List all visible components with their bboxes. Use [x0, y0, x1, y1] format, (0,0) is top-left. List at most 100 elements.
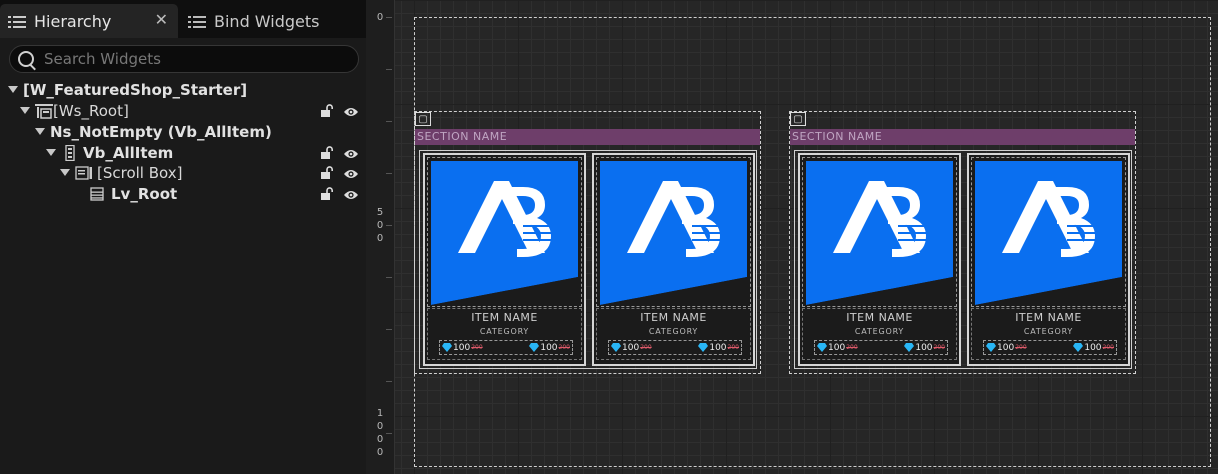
tree-row-lv-root[interactable]: Lv_Root — [0, 183, 366, 204]
price-old: 200 — [727, 344, 739, 351]
tree-row-label: Vb_AllItem — [83, 143, 174, 162]
gem-icon — [698, 343, 709, 352]
price-old: 200 — [558, 344, 570, 351]
section-header: SECTION NAME — [415, 129, 760, 145]
eye-icon[interactable] — [343, 187, 359, 199]
eye-icon[interactable] — [343, 166, 359, 178]
expand-arrow-icon[interactable] — [35, 128, 45, 135]
ab-logo-icon — [806, 161, 953, 305]
gem-icon — [817, 343, 827, 352]
item-card[interactable]: ITEM NAME CATEGORY 100 200 100 200 — [423, 153, 586, 366]
price-value: 100 — [453, 342, 471, 353]
gem-icon — [442, 343, 452, 352]
gem-icon — [611, 343, 621, 352]
ruler-tick — [386, 277, 392, 278]
ruler-tick — [386, 433, 392, 434]
price-value: 100 — [1084, 342, 1102, 353]
close-icon[interactable]: ✕ — [155, 11, 168, 29]
tree-row-label: Ns_NotEmpty (Vb_AllItem) — [50, 122, 272, 141]
price-old: 200 — [846, 344, 858, 351]
tree-row-label: [Scroll Box] — [97, 163, 183, 182]
ab-logo-icon — [975, 161, 1122, 305]
scroll-box-icon — [75, 165, 93, 181]
tab-hierarchy-label: Hierarchy — [34, 11, 112, 31]
list-icon — [8, 14, 26, 28]
price-old: 200 — [1102, 344, 1114, 351]
list-view-icon — [89, 186, 107, 202]
expand-arrow-icon[interactable] — [46, 149, 56, 156]
gem-icon — [904, 343, 915, 352]
tree-row-vb-allitem[interactable]: Vb_AllItem — [0, 142, 366, 163]
price-old: 200 — [640, 344, 652, 351]
list-icon — [188, 14, 206, 28]
item-category: CATEGORY — [479, 327, 530, 336]
gem-icon — [1073, 343, 1084, 352]
eye-icon[interactable] — [343, 104, 359, 116]
search-icon — [18, 51, 34, 67]
ruler-tick — [386, 329, 392, 330]
ruler-tick — [386, 17, 392, 18]
gem-icon — [529, 343, 540, 352]
tab-bar: Hierarchy ✕ Bind Widgets — [0, 0, 366, 38]
item-category: CATEGORY — [854, 327, 905, 336]
section-title: SECTION NAME — [792, 130, 883, 143]
tab-bind-widgets[interactable]: Bind Widgets — [180, 4, 360, 38]
unlock-icon[interactable] — [320, 187, 334, 201]
price-row: 100 200 100 200 — [608, 340, 742, 355]
hierarchy-panel: Hierarchy ✕ Bind Widgets [W_FeaturedShop… — [0, 0, 366, 474]
price: 100 200 — [986, 343, 1027, 353]
ruler-mark-0: 0 — [376, 12, 384, 23]
price-old: 200 — [1015, 344, 1027, 351]
eye-icon[interactable] — [343, 146, 359, 158]
price-value: 100 — [915, 342, 933, 353]
price-value: 100 — [709, 342, 727, 353]
expand-arrow-icon[interactable] — [60, 169, 70, 176]
expand-arrow-icon[interactable] — [8, 86, 18, 93]
price: 100 200 — [1073, 343, 1114, 353]
widget-switcher-icon — [35, 103, 53, 119]
ruler-tick — [386, 381, 392, 382]
price: 100 200 — [529, 343, 570, 353]
price-value: 100 — [997, 342, 1015, 353]
item-card[interactable]: ITEM NAME CATEGORY 100 200 100 200 — [798, 153, 961, 366]
section-header: SECTION NAME — [790, 129, 1135, 145]
tree-row-root[interactable]: [W_FeaturedShop_Starter] — [0, 79, 366, 100]
price: 100 200 — [817, 343, 858, 353]
ruler-tick — [386, 225, 392, 226]
price-row: 100 200 100 200 — [439, 340, 573, 355]
unlock-icon[interactable] — [320, 104, 334, 118]
item-card[interactable]: ITEM NAME CATEGORY 100 200 100 200 — [967, 153, 1130, 366]
card-list: ITEM NAME CATEGORY 100 200 100 200 ITEM NA… — [419, 150, 757, 369]
ab-logo-icon — [600, 161, 747, 305]
card-list: ITEM NAME CATEGORY 100 200 100 200 ITEM NA… — [794, 150, 1132, 369]
tree-row-scroll-box[interactable]: [Scroll Box] — [0, 162, 366, 183]
item-card[interactable]: ITEM NAME CATEGORY 100 200 100 200 — [592, 153, 755, 366]
price-value: 100 — [540, 342, 558, 353]
search-input[interactable] — [44, 48, 344, 70]
shop-section[interactable]: ▢ SECTION NAME ITEM NAME CATEGORY 100 200… — [414, 111, 761, 374]
item-name: ITEM NAME — [471, 311, 538, 324]
gem-icon — [986, 343, 996, 352]
ruler-tick — [386, 121, 392, 122]
tab-bind-widgets-label: Bind Widgets — [214, 11, 320, 31]
item-name: ITEM NAME — [846, 311, 913, 324]
tree-row-ws-root[interactable]: [Ws_Root] — [0, 100, 366, 121]
shop-section[interactable]: ▢ SECTION NAME ITEM NAME CATEGORY 100 200… — [789, 111, 1136, 374]
ruler-tick — [386, 173, 392, 174]
price-old: 200 — [933, 344, 945, 351]
item-name: ITEM NAME — [1015, 311, 1082, 324]
section-icon: ▢ — [790, 112, 806, 126]
tree-row-label: [Ws_Root] — [53, 101, 129, 120]
price-old: 200 — [471, 344, 483, 351]
tree-row-ns-notempty[interactable]: Ns_NotEmpty (Vb_AllItem) — [0, 121, 366, 142]
ruler-mark-1000: 1 0 0 0 — [376, 408, 384, 458]
unlock-icon[interactable] — [320, 146, 334, 160]
ruler-mark-500: 5 0 0 — [376, 207, 384, 244]
price: 100 200 — [698, 343, 739, 353]
tab-hierarchy[interactable]: Hierarchy ✕ — [0, 4, 178, 38]
ab-logo-icon — [431, 161, 578, 305]
expand-arrow-icon[interactable] — [20, 107, 30, 114]
price: 100 200 — [442, 343, 483, 353]
unlock-icon[interactable] — [320, 166, 334, 180]
price-value: 100 — [622, 342, 640, 353]
